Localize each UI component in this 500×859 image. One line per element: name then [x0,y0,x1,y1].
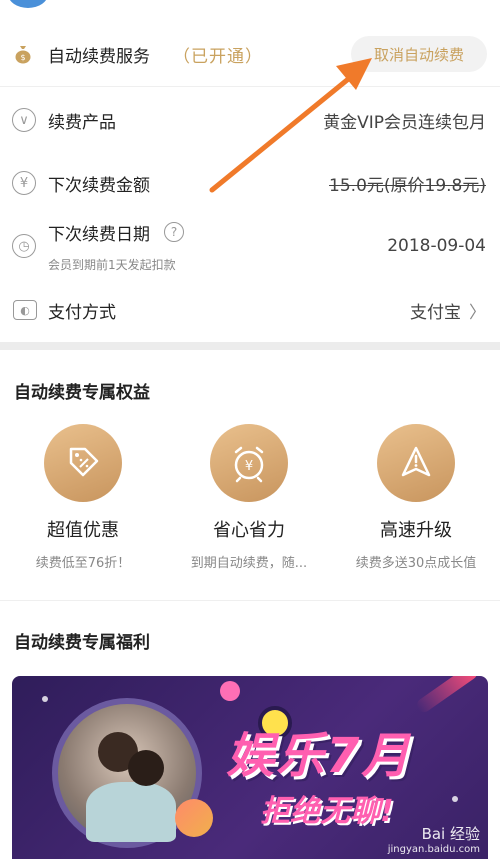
pay-value-group: 支付宝〉 [410,298,486,323]
watermark: Bai 经验 jingyan.baidu.com [388,823,480,855]
banner-headline: 娱乐7月 [226,728,412,784]
benefit-name: 高速升级 [380,520,452,541]
photo-figure [86,782,176,842]
money-bag-icon: $ [15,46,31,64]
product-chevron-icon: ∨ [12,108,36,132]
service-status: （已开通） [173,46,263,67]
benefit-upgrade[interactable]: 高速升级 续费多送30点成长值 [333,424,499,571]
divider [0,600,500,601]
pay-value: 支付宝 [410,302,461,323]
photo-figure [128,750,164,786]
benefit-desc: 续费多送30点成长值 [355,556,477,571]
amount-value: 15.0元(原价19.8元) [329,175,486,196]
divider [0,86,500,87]
svg-text:$: $ [20,53,25,62]
yuan-icon: ¥ [12,171,36,195]
banner-subtitle: 拒绝无聊! [260,794,394,829]
promo-banner[interactable]: 娱乐7月 拒绝无聊! Bai 经验 jingyan.baidu.com [12,676,488,859]
pay-label: 支付方式 [48,302,116,323]
date-label: 下次续费日期 [48,225,150,245]
service-title: 自动续费服务 [48,46,150,67]
benefit-name: 超值优惠 [47,520,119,541]
payment-method-row[interactable]: ◐ 支付方式 支付宝〉 [0,290,500,330]
date-note: 会员到期前1天发起扣款 [48,258,176,272]
product-value: 黄金VIP会员连续包月 [323,112,486,133]
help-icon[interactable]: ? [164,222,184,242]
star-decoration [42,696,48,702]
star-decoration [452,796,458,802]
svg-text:¥: ¥ [245,459,253,474]
section-separator [0,342,500,350]
date-value: 2018-09-04 [387,236,486,256]
wallet-icon: ◐ [13,300,37,320]
renew-amount-row: ¥ 下次续费金额 15.0元(原价19.8元) [0,163,500,203]
auto-renew-service-row: $ 自动续费服务 （已开通） 取消自动续费 [0,34,500,74]
benefit-discount[interactable]: 超值优惠 续费低至76折！ [0,424,166,571]
renew-product-row: ∨ 续费产品 黄金VIP会员连续包月 [0,100,500,140]
rocket-icon [377,424,455,502]
product-label: 续费产品 [48,112,116,133]
benefit-convenience[interactable]: ¥ 省心省力 到期自动续费，随... [166,424,332,571]
welfare-title: 自动续费专属福利 [14,633,150,653]
benefit-name: 省心省力 [213,520,285,541]
benefits-title: 自动续费专属权益 [14,383,150,403]
renew-date-row: ◷ 下次续费日期 ? 会员到期前1天发起扣款 2018-09-04 [0,216,500,276]
planet-decoration [175,799,213,837]
watermark-brand: Bai 经验 [421,825,480,843]
cancel-auto-renew-button[interactable]: 取消自动续费 [351,36,487,72]
discount-tag-icon [44,424,122,502]
planet-decoration [220,681,240,701]
alarm-clock-icon: ¥ [210,424,288,502]
benefit-desc: 到期自动续费，随... [190,556,308,571]
comet-decoration [414,676,480,715]
watermark-url: jingyan.baidu.com [387,844,480,855]
benefit-desc: 续费低至76折！ [35,556,131,571]
clock-icon: ◷ [12,234,36,258]
chevron-right-icon: 〉 [469,302,486,323]
avatar [8,0,48,8]
amount-label: 下次续费金额 [48,175,150,196]
